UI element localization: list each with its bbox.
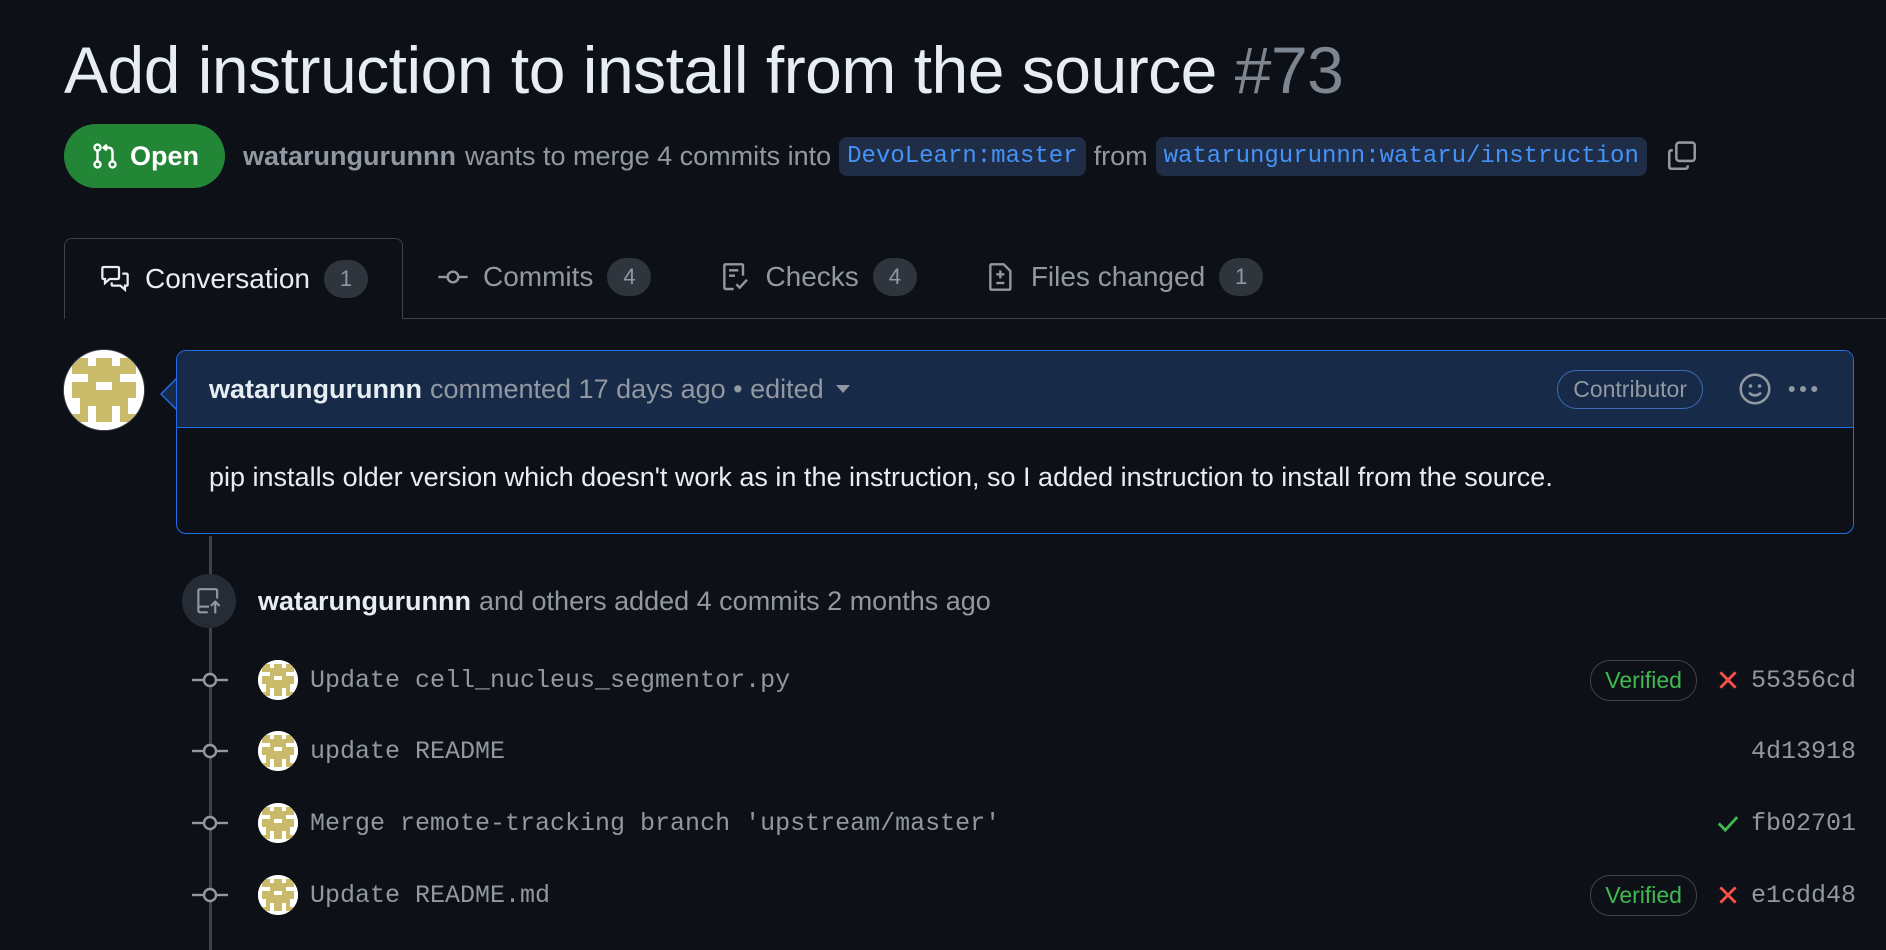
pr-author-link[interactable]: watarungurunnn xyxy=(243,141,456,172)
tab-count: 1 xyxy=(1219,258,1264,296)
merge-text: wants to merge 4 commits into xyxy=(465,140,832,171)
tab-checks[interactable]: Checks 4 xyxy=(685,238,950,316)
comment-box: watarungurunnn commented 17 days ago • e… xyxy=(176,350,1854,534)
git-commit-icon xyxy=(192,743,228,759)
commit-message-link[interactable]: Merge remote-tracking branch 'upstream/m… xyxy=(310,809,1000,838)
avatar[interactable] xyxy=(258,803,298,843)
comment-pointer-inner xyxy=(162,380,176,408)
tab-count: 4 xyxy=(607,258,652,296)
base-branch-label[interactable]: DevoLearn:master xyxy=(839,136,1086,176)
x-icon[interactable] xyxy=(1715,667,1741,693)
identicon-image xyxy=(258,731,298,771)
tab-commits[interactable]: Commits 4 xyxy=(403,238,685,316)
pull-request-page: Add instruction to install from the sour… xyxy=(0,0,1886,950)
checklist-icon xyxy=(723,263,749,291)
tab-label: Conversation xyxy=(145,263,310,294)
tab-files-changed[interactable]: Files changed 1 xyxy=(951,238,1297,316)
git-commit-icon xyxy=(192,672,228,688)
avatar[interactable] xyxy=(258,660,298,700)
comment-discussion-icon xyxy=(101,265,129,293)
commit-sha-link[interactable]: fb02701 xyxy=(1751,809,1856,838)
push-event-text: and others added 4 commits 2 months ago xyxy=(478,585,991,616)
commit-row: Merge remote-tracking branch 'upstream/m… xyxy=(192,799,1856,847)
repo-push-icon xyxy=(197,588,221,614)
contributor-badge: Contributor xyxy=(1557,369,1703,409)
identicon-image xyxy=(258,875,298,915)
comment-header: watarungurunnn commented 17 days ago • e… xyxy=(177,351,1853,428)
commit-row: update README 4d13918 xyxy=(192,727,1856,775)
tab-count: 1 xyxy=(323,260,368,298)
identicon-image xyxy=(258,660,298,700)
kebab-horizontal-icon[interactable] xyxy=(1785,371,1821,407)
identicon-image xyxy=(64,350,144,430)
pr-number: #73 xyxy=(1234,33,1344,107)
git-commit-icon xyxy=(192,887,228,903)
pr-meta-row: Open watarungurunnn wants to merge 4 com… xyxy=(64,124,1699,188)
identicon-image xyxy=(258,803,298,843)
avatar[interactable] xyxy=(258,731,298,771)
tab-label: Commits xyxy=(482,261,594,292)
chevron-down-icon[interactable] xyxy=(835,385,850,393)
x-icon[interactable] xyxy=(1715,882,1741,908)
check-icon[interactable] xyxy=(1715,810,1741,836)
commit-sha-link[interactable]: e1cdd48 xyxy=(1751,881,1856,910)
commit-message-link[interactable]: update README xyxy=(310,737,505,766)
push-author-link[interactable]: watarungurunnn xyxy=(258,586,471,617)
git-pull-request-icon xyxy=(93,143,117,169)
comment-body: pip installs older version which doesn't… xyxy=(209,462,1553,492)
tab-label: Checks xyxy=(765,261,859,292)
avatar[interactable] xyxy=(64,350,144,430)
copy-icon[interactable] xyxy=(1665,139,1699,173)
pr-tabs: Conversation 1 Commits 4 Checks 4 Files … xyxy=(64,238,1886,319)
state-label: Open xyxy=(130,140,200,171)
commit-row: Update README.md Verified e1cdd48 xyxy=(192,871,1856,919)
git-commit-icon xyxy=(438,270,468,284)
smiley-icon[interactable] xyxy=(1737,371,1773,407)
commit-row: Update cell_nucleus_segmentor.py Verifie… xyxy=(192,656,1856,704)
tab-count: 4 xyxy=(872,258,917,296)
verified-badge[interactable]: Verified xyxy=(1590,659,1697,701)
from-text: from xyxy=(1093,140,1148,171)
verified-badge[interactable]: Verified xyxy=(1590,874,1697,916)
pr-title-text: Add instruction to install from the sour… xyxy=(64,33,1217,107)
commit-message-link[interactable]: Update cell_nucleus_segmentor.py xyxy=(310,666,790,695)
state-badge: Open xyxy=(64,124,226,188)
page-title: Add instruction to install from the sour… xyxy=(64,30,1344,110)
commit-sha-link[interactable]: 4d13918 xyxy=(1751,737,1856,766)
head-branch-label[interactable]: watarungurunnn:wataru/instruction xyxy=(1155,136,1647,176)
avatar[interactable] xyxy=(258,875,298,915)
file-diff-icon xyxy=(988,263,1012,291)
comment-author-link[interactable]: watarungurunnn xyxy=(209,374,422,405)
commit-sha-link[interactable]: 55356cd xyxy=(1751,666,1856,695)
commit-message-link[interactable]: Update README.md xyxy=(310,881,550,910)
tab-label: Files changed xyxy=(1030,261,1206,292)
comment-meta[interactable]: commented 17 days ago • edited xyxy=(430,374,824,405)
git-commit-icon xyxy=(192,815,228,831)
push-event-badge xyxy=(182,574,236,628)
tab-conversation[interactable]: Conversation 1 xyxy=(64,238,403,319)
push-event: watarungurunnn and others added 4 commit… xyxy=(182,574,991,628)
